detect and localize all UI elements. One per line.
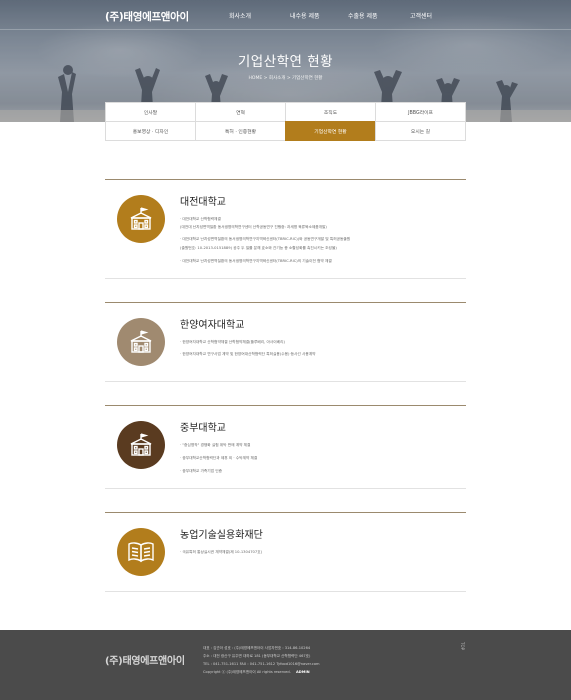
partner-detail-line: · 대전대학교 난치성면역질환의 동서생명의학연구지역혁신센터(TBRIC-RI… <box>180 259 332 263</box>
partner-detail-line: · 한양여자대학교 연구사업 계약 및 한양여대산학협력단 특허실용(수용)·등… <box>180 352 316 356</box>
footer-company-info: 대표 : 김관아 성호 : (주)태영에프앤아이 사업자번호 : 314-86-… <box>203 646 311 650</box>
breadcrumb: HOME > 회사소개 > 기업산학연 현황 <box>248 76 323 81</box>
partner-detail-line: (출원번호: 10-2013-0151889) 공주 두 질를 분해 효소와 간… <box>180 246 337 250</box>
subnav-industry-academia[interactable]: 기업산학연 현황 <box>285 121 376 141</box>
school-icon <box>117 421 165 469</box>
subnav-jbbg-life[interactable]: JBBG라이프 <box>375 102 466 122</box>
nav-item-domestic-products[interactable]: 내수용 제품 <box>290 11 320 20</box>
section-bottom-divider <box>105 278 466 279</box>
subnav-patents[interactable]: 특허 · 인증현황 <box>195 121 286 141</box>
section-divider <box>105 405 466 406</box>
partner-section-hanyang: 한양여자대학교 · 한양여자대학교 산학협약체결 산학협약체결(플루베리, 아사… <box>105 302 466 382</box>
subnav-promo-video[interactable]: 홍보영상 · 디자인 <box>105 121 196 141</box>
copyright-text: Copyright ⓒ (주)태영에프앤아이 All rights reserv… <box>203 670 291 674</box>
nav-item-customer-center[interactable]: 고객센터 <box>410 11 432 20</box>
footer-logo[interactable]: (주)태영에프앤아이 <box>105 652 185 667</box>
partner-name: 대전대학교 <box>180 197 226 208</box>
section-divider <box>105 302 466 303</box>
page-title: 기업산학연 현황 <box>237 54 334 70</box>
partner-detail-line: · 대전대학교 난치성면역질환의 동서생명의학연구지역혁신센터(TBRIC-RI… <box>180 237 351 241</box>
admin-link[interactable]: ADMIN <box>296 670 310 674</box>
partner-section-daejeon: 대전대학교 · 대전대학교 산학협력체결 (대전대 난치성면역질환 동서생명의학… <box>105 179 466 279</box>
partner-name: 한양여자대학교 <box>180 320 245 331</box>
section-divider <box>105 512 466 513</box>
partner-section-joongbu: 중부대학교 · "중심명작" 경쟁화 실험 위탁 판매 계약 체결 · 중부대학… <box>105 405 466 489</box>
partner-name: 중부대학교 <box>180 423 226 434</box>
partner-detail-line: · 대전대학교 산학협력체결 <box>180 217 221 221</box>
partner-detail-line: · 국유특허 통상실시권 계약체결(제 10-1304707호) <box>180 550 263 554</box>
footer-copyright: Copyright ⓒ (주)태영에프앤아이 All rights reserv… <box>203 670 310 675</box>
site-logo[interactable]: (주)태영에프앤아이 <box>105 9 189 24</box>
footer-contact: TEL : 041-751-1611 FAX : 041-751-1612 Ty… <box>203 662 320 666</box>
book-icon <box>117 528 165 576</box>
subnav-organization[interactable]: 조직도 <box>285 102 376 122</box>
subnav-directions[interactable]: 오시는 길 <box>375 121 466 141</box>
partner-detail-line: · "중심명작" 경쟁화 실험 위탁 판매 계약 체결 <box>180 443 251 447</box>
site-footer: (주)태영에프앤아이 대표 : 김관아 성호 : (주)태영에프앤아이 사업자번… <box>0 630 571 700</box>
partner-section-agri-foundation: 농업기술실용화재단 · 국유특허 통상실시권 계약체결(제 10-1304707… <box>105 512 466 592</box>
partner-detail-line: · 중부대학교 가족기업 인증 <box>180 469 223 473</box>
section-bottom-divider <box>105 591 466 592</box>
back-to-top-button[interactable]: TOP <box>460 642 465 650</box>
partner-detail-line: · 한양여자대학교 산학협약체결 산학협약체결(플루베리, 아사이베리) <box>180 340 285 344</box>
sub-navigation: 인사말 연혁 조직도 JBBG라이프 홍보영상 · 디자인 특허 · 인증현황 … <box>105 102 466 142</box>
partner-detail-line: (대전대 난치성면역질환 동서생명의학연구센터 산학공동연구 진행중: 과세명 … <box>180 225 327 229</box>
partner-name: 농업기술실용화재단 <box>180 530 263 541</box>
partner-detail-line: · 중부대학교산학협력단과 제휴 외 · 수탁계약 체결 <box>180 456 258 460</box>
section-bottom-divider <box>105 381 466 382</box>
subnav-greeting[interactable]: 인사말 <box>105 102 196 122</box>
subnav-history[interactable]: 연혁 <box>195 102 286 122</box>
school-icon <box>117 195 165 243</box>
top-navigation-bar: (주)태영에프앤아이 회사소개 내수용 제품 수출용 제품 고객센터 <box>0 0 571 30</box>
school-icon <box>117 318 165 366</box>
nav-item-export-products[interactable]: 수출용 제품 <box>348 11 378 20</box>
footer-address: 주소 : 대전 광산구 유주면 대하로 181 (동부대학교 산학협력단 467… <box>203 654 311 658</box>
nav-item-company[interactable]: 회사소개 <box>229 11 251 20</box>
section-bottom-divider <box>105 488 466 489</box>
section-divider <box>105 179 466 180</box>
